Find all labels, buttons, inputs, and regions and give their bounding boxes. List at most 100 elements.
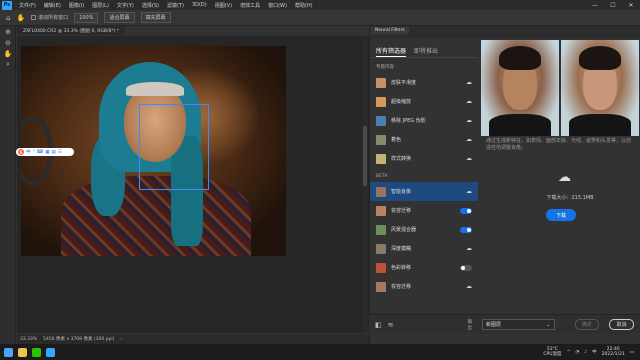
beta-item[interactable]: 智能肖像 ☁ — [370, 182, 478, 201]
menu-type[interactable]: 文字(Y) — [113, 2, 138, 9]
ime-grid-icon[interactable]: ▦ — [45, 150, 49, 155]
beta-item[interactable]: 色彩转移 — [370, 258, 478, 277]
chevron-down-icon: ⌄ — [546, 321, 551, 328]
document-tab[interactable]: ZXFL0400.CR2 @ 33.3% (图层 0, RGB/8*) * — [17, 26, 126, 35]
section-beta: BETA — [376, 174, 388, 179]
menu-edit[interactable]: 编辑(E) — [40, 2, 65, 9]
beta-item[interactable]: 风景混合器 — [370, 220, 478, 239]
start-icon[interactable] — [4, 347, 13, 357]
featured-item[interactable]: 着色 ☁ — [370, 130, 478, 149]
cpu-temp[interactable]: 53°C CPU温度 — [543, 347, 561, 357]
filter-name: 妆容迁移 — [391, 208, 412, 214]
cloud-download-icon[interactable]: ☁ — [466, 155, 472, 162]
fit-screen-button[interactable]: 适合屏幕 — [104, 12, 135, 23]
status-info: 5456 像素 x 3708 像素 (300 ppi) — [43, 337, 115, 342]
neural-filters-footer: ◧ ≋ 输出 新图层 ⌄ 确定 取消 — [369, 314, 640, 334]
maximize-icon[interactable]: ☐ — [604, 2, 622, 9]
tray-arrow-icon[interactable]: ^ — [567, 350, 571, 355]
layers-icon[interactable]: ≋ — [388, 321, 394, 329]
checkbox-box — [31, 15, 37, 20]
hand-tool-icon[interactable]: ✋ — [16, 14, 25, 22]
canvas-scrollbar[interactable] — [362, 36, 368, 333]
featured-item[interactable]: 样式转换 ☁ — [370, 149, 478, 168]
menu-plugins[interactable]: 增效工具 — [236, 2, 264, 9]
ime-skin-icon[interactable]: ▤ — [52, 150, 56, 155]
filter-thumbnail-icon — [376, 281, 386, 292]
tab-all-filters[interactable]: 所有筛选器 — [376, 46, 407, 57]
photoshop-icon[interactable] — [46, 347, 55, 357]
network-icon[interactable]: ◔ — [575, 350, 579, 355]
scroll-all-windows-checkbox[interactable]: 滚动所有窗口 — [31, 14, 68, 21]
output-select[interactable]: 新图层 ⌄ — [482, 319, 555, 330]
filter-name: 样式转换 — [391, 156, 412, 162]
beta-item[interactable]: 深度模糊 ☁ — [370, 239, 478, 258]
beta-filters: 智能肖像 ☁ 妆容迁移风景混合器 深度模糊 ☁ 色彩转移妆容迁移 ☁ — [370, 182, 478, 296]
wechat-icon[interactable] — [32, 347, 41, 357]
beta-item[interactable]: 妆容迁移 ☁ — [370, 277, 478, 296]
compare-icon[interactable]: ◧ — [375, 321, 382, 329]
tools-panel: ⊕ ⊖ ✋ ⌕ — [0, 26, 16, 344]
scrollbar-thumb[interactable] — [363, 126, 367, 186]
menu-3d[interactable]: 3D(D) — [188, 2, 211, 8]
file-explorer-icon[interactable] — [18, 347, 27, 357]
minimize-icon[interactable]: — — [586, 2, 604, 9]
ime-mode[interactable]: 中 — [26, 149, 31, 155]
notification-icon[interactable]: ▭ — [630, 350, 634, 355]
filter-toggle[interactable] — [460, 226, 472, 233]
tab-coming-soon[interactable]: 即将推出 — [414, 46, 438, 57]
input-language[interactable]: 中 — [592, 349, 597, 355]
section-featured: 专题内容 — [376, 65, 394, 70]
cloud-download-icon[interactable]: ☁ — [466, 283, 472, 290]
ime-keyboard-icon[interactable]: ⌨ — [37, 150, 44, 155]
zoom-in-icon[interactable]: ⊕ — [0, 26, 16, 37]
ime-menu-icon[interactable]: ☰ — [58, 150, 62, 155]
preview-before — [481, 40, 559, 136]
filter-thumbnail-icon — [376, 115, 386, 126]
cloud-download-icon[interactable]: ☁ — [466, 98, 472, 105]
zoom-100-button[interactable]: 100% — [74, 12, 99, 23]
filter-tabs: 所有筛选器 即将推出 — [370, 40, 478, 58]
menu-window[interactable]: 窗口(W) — [264, 2, 291, 9]
menu-select[interactable]: 选择(S) — [138, 2, 163, 9]
close-icon[interactable]: ✕ — [622, 2, 640, 9]
clock-date: 2022/1/21 — [601, 352, 625, 357]
preview-hair — [499, 46, 541, 70]
cloud-download-icon[interactable]: ☁ — [466, 136, 472, 143]
preview-shirt — [569, 114, 631, 136]
menu-help[interactable]: 帮助(H) — [291, 2, 317, 9]
clock[interactable]: 22:40 2022/1/21 — [602, 347, 625, 357]
magnifier-icon[interactable]: ⌕ — [0, 59, 16, 70]
menu-filter[interactable]: 滤镜(T) — [163, 2, 188, 9]
menu-layer[interactable]: 图层(L) — [88, 2, 113, 9]
menu-view[interactable]: 视图(V) — [211, 2, 236, 9]
status-arrow-icon[interactable]: › — [120, 337, 122, 342]
zoom-out-icon[interactable]: ⊖ — [0, 37, 16, 48]
menu-image[interactable]: 图像(I) — [65, 2, 88, 9]
cloud-download-icon[interactable]: ☁ — [466, 188, 472, 195]
featured-item[interactable]: 移除 JPEG 伪影 ☁ — [370, 111, 478, 130]
home-icon[interactable]: ⌂ — [6, 14, 10, 22]
menu-file[interactable]: 文件(F) — [15, 2, 40, 9]
cloud-download-icon[interactable]: ☁ — [466, 117, 472, 124]
status-bar: 33.33% 5456 像素 x 3708 像素 (300 ppi) › — [17, 334, 369, 344]
featured-item[interactable]: 超级缩放 ☁ — [370, 92, 478, 111]
hand-icon[interactable]: ✋ — [0, 48, 16, 59]
cancel-button[interactable]: 取消 — [609, 319, 634, 330]
cloud-download-icon[interactable]: ☁ — [466, 79, 472, 86]
ok-button[interactable]: 确定 — [574, 319, 600, 330]
cloud-download-icon[interactable]: ☁ — [466, 245, 472, 252]
filter-toggle[interactable] — [460, 264, 472, 271]
beta-item[interactable]: 妆容迁移 — [370, 201, 478, 220]
filter-name: 色彩转移 — [391, 265, 412, 271]
sogou-logo-icon: S — [18, 149, 24, 155]
status-zoom[interactable]: 33.33% — [20, 337, 37, 342]
filter-toggle[interactable] — [460, 207, 472, 214]
download-button[interactable]: 下载 — [546, 209, 576, 221]
ime-punct-icon[interactable]: ° — [33, 150, 35, 155]
taskbar-apps — [4, 347, 55, 357]
volume-icon[interactable]: ♪ — [584, 350, 587, 355]
featured-item[interactable]: 皮肤平滑度 ☁ — [370, 73, 478, 92]
filter-thumbnail-icon — [376, 134, 386, 145]
fill-screen-button[interactable]: 填充屏幕 — [140, 12, 171, 23]
ime-toolbar[interactable]: S 中 ° ⌨ ▦ ▤ ☰ — [16, 148, 74, 156]
